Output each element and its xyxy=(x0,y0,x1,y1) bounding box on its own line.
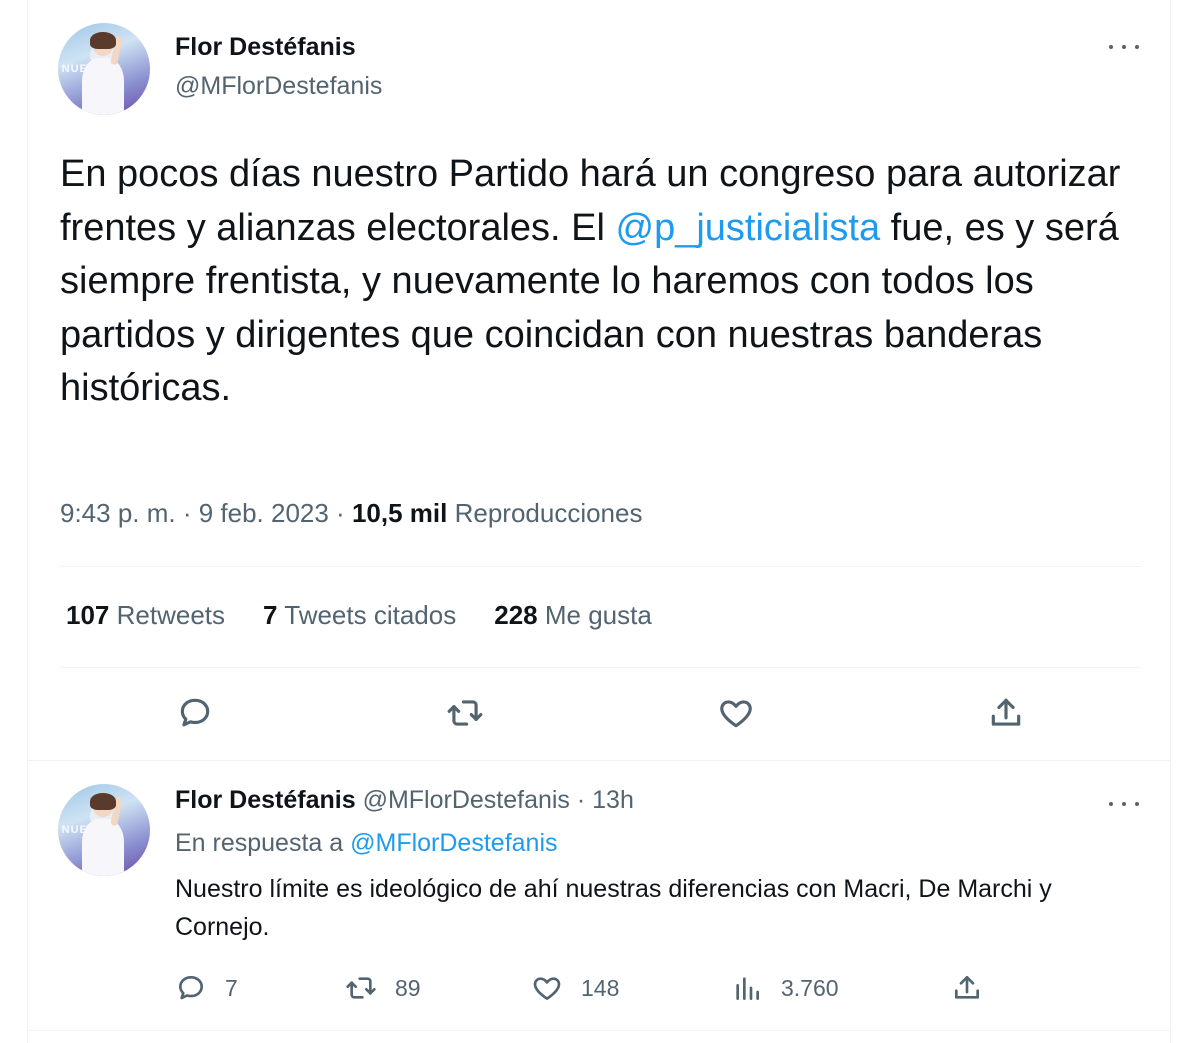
mention-link[interactable]: @p_justicialista xyxy=(616,207,881,249)
author-handle[interactable]: @MFlorDestefanis xyxy=(175,72,382,101)
share-icon xyxy=(991,698,1021,726)
frame-left-border xyxy=(27,0,28,1043)
reply-time[interactable]: · 13h xyxy=(570,786,634,814)
frame-right-border xyxy=(1170,0,1171,1043)
likes-stat[interactable]: 228 Me gusta xyxy=(494,600,652,631)
reply-retweet-button[interactable]: 89 xyxy=(345,970,421,1006)
avatar-decoration xyxy=(81,57,125,115)
reply-views-button[interactable]: 3.760 xyxy=(731,970,839,1006)
more-icon[interactable] xyxy=(1109,800,1139,808)
reply-icon xyxy=(180,698,210,727)
retweets-stat[interactable]: 107 Retweets xyxy=(66,600,225,631)
replying-to-prefix: En respuesta a xyxy=(175,829,351,857)
retweet-button[interactable] xyxy=(443,691,487,735)
replying-to-mention[interactable]: @MFlorDestefanis xyxy=(350,829,557,857)
likes-label: Me gusta xyxy=(544,600,652,630)
reply-author-avatar[interactable]: NUEV xyxy=(58,784,150,876)
like-icon xyxy=(720,700,752,728)
reply-author-name[interactable]: Flor Destéfanis xyxy=(175,786,356,814)
reply-header: Flor Destéfanis @MFlorDestefanis · 13h xyxy=(175,786,634,815)
reply-reply-button[interactable]: 7 xyxy=(175,970,238,1006)
views-count: 10,5 mil xyxy=(351,498,448,528)
timestamp[interactable]: 9:43 p. m. · 9 feb. 2023 · xyxy=(60,498,352,528)
tweet-metadata: 9:43 p. m. · 9 feb. 2023 · 10,5 mil Repr… xyxy=(60,498,642,529)
retweets-label: Retweets xyxy=(116,600,226,630)
like-icon xyxy=(533,977,561,1000)
views-icon xyxy=(736,977,759,1000)
reply-author-handle[interactable]: @MFlorDestefanis xyxy=(363,786,570,814)
retweet-icon xyxy=(447,700,483,726)
share-icon xyxy=(955,976,979,999)
tweet-text: En pocos días nuestro Partido hará un co… xyxy=(60,148,1150,416)
retweet-icon xyxy=(346,977,376,999)
likes-count: 228 xyxy=(494,600,538,630)
retweets-count: 107 xyxy=(66,600,110,630)
more-icon[interactable] xyxy=(1109,43,1139,51)
divider xyxy=(60,667,1141,668)
reply-text: Nuestro límite es ideológico de ahí nues… xyxy=(175,875,1052,941)
quotes-label: Tweets citados xyxy=(284,600,457,630)
avatar-decoration xyxy=(81,818,125,876)
views-label: Reproducciones xyxy=(447,498,643,528)
replying-to: En respuesta a @MFlorDestefanis xyxy=(175,829,558,858)
retweet-count: 89 xyxy=(395,974,421,1001)
reply-like-button[interactable]: 148 xyxy=(531,970,619,1006)
author-name[interactable]: Flor Destéfanis xyxy=(175,33,356,62)
share-button[interactable] xyxy=(984,691,1028,735)
tweet-separator xyxy=(27,760,1171,761)
quotes-count: 7 xyxy=(263,600,278,630)
engagement-stats: 107 Retweets 7 Tweets citados 228 Me gus… xyxy=(66,600,652,631)
tweet-separator xyxy=(27,1030,1171,1031)
avatar-decoration xyxy=(90,793,116,810)
avatar-decoration xyxy=(90,32,116,49)
divider xyxy=(60,566,1141,567)
author-avatar[interactable]: NUEV xyxy=(58,23,150,115)
reply-button[interactable] xyxy=(173,691,217,735)
views-count: 3.760 xyxy=(781,974,839,1001)
reply-count: 7 xyxy=(225,974,238,1001)
reply-share-button[interactable] xyxy=(951,970,983,1006)
reply-icon xyxy=(179,976,203,1000)
quotes-stat[interactable]: 7 Tweets citados xyxy=(263,600,456,631)
like-count: 148 xyxy=(581,974,620,1001)
like-button[interactable] xyxy=(714,691,758,735)
